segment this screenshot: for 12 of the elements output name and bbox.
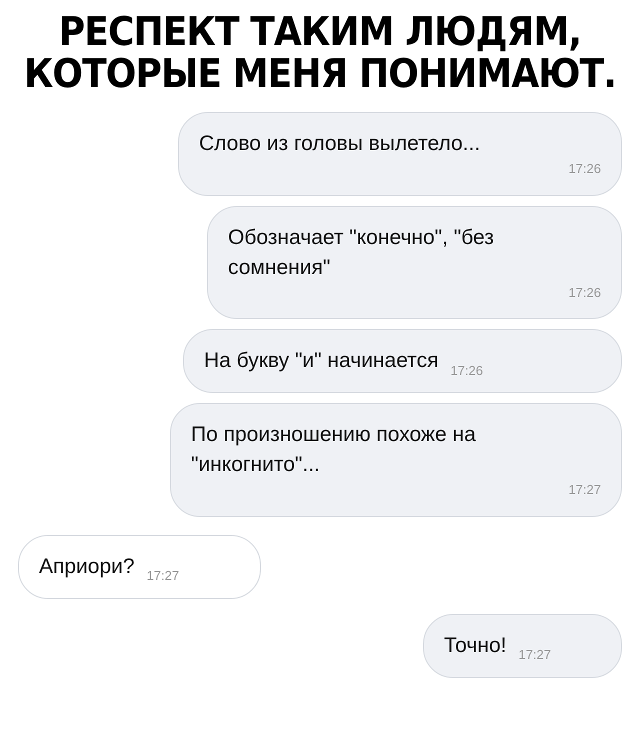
message-time: 17:26 xyxy=(450,362,483,380)
message-text: По произношению похоже на "инкогнито"... xyxy=(191,422,477,478)
message-text: Точно! xyxy=(444,632,506,658)
message-text: На букву "и" начинается xyxy=(204,348,438,374)
message-text: Априори? xyxy=(39,554,135,580)
message-text: Слово из головы вылетело... xyxy=(199,131,482,157)
message-time: 17:27 xyxy=(518,646,552,664)
message-time: 17:27 xyxy=(146,567,180,585)
message-time: 17:26 xyxy=(568,160,601,178)
message-text: Обозначает "конечно", "без сомнения" xyxy=(228,224,495,280)
message-time: 17:27 xyxy=(568,481,601,499)
message-time: 17:26 xyxy=(568,284,601,302)
